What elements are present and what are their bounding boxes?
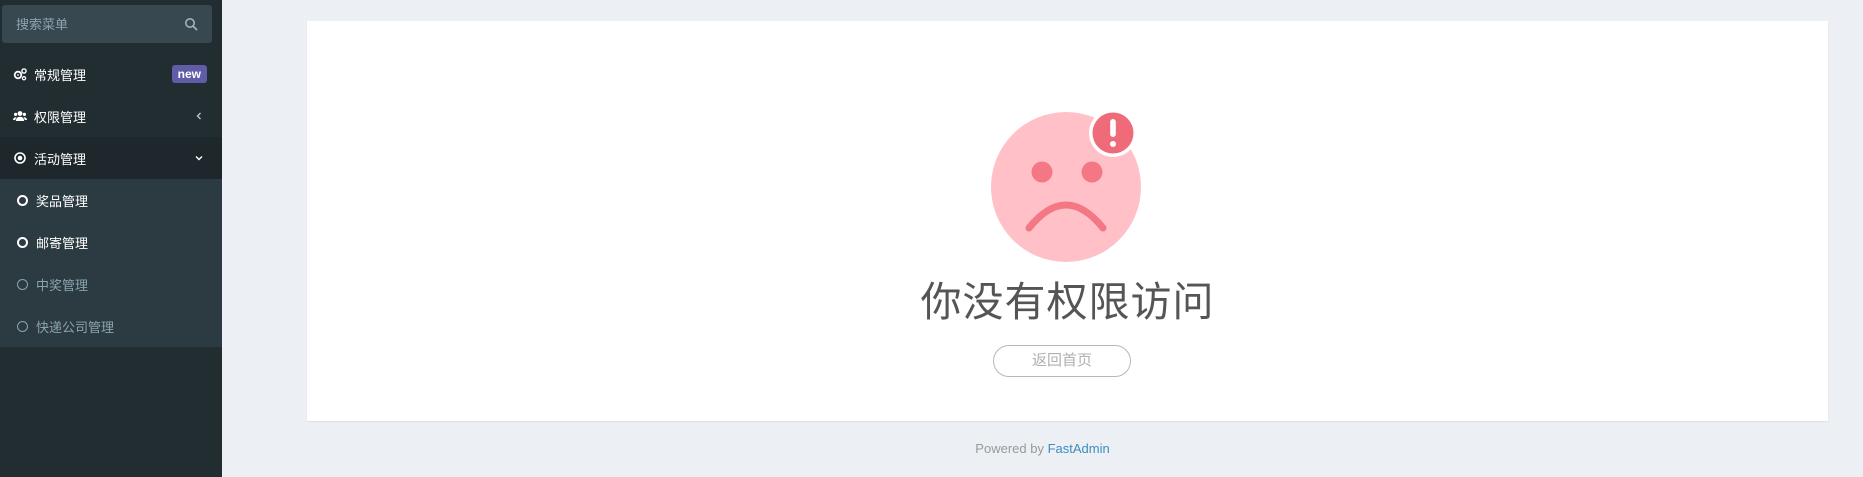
submenu-item-label: 邮寄管理 (36, 235, 89, 251)
sidebar-item-permissions[interactable]: 权限管理 (0, 95, 222, 137)
search-box (2, 5, 212, 43)
footer-prefix: Powered by (975, 441, 1048, 456)
submenu-activity: 奖品管理 邮寄管理 中奖管理 快递公司管理 (0, 179, 222, 347)
search-icon[interactable] (184, 17, 198, 31)
search-input[interactable] (2, 5, 212, 43)
submenu-item-couriers[interactable]: 快递公司管理 (0, 305, 222, 347)
circle-icon (17, 194, 28, 206)
fastadmin-link[interactable]: FastAdmin (1048, 441, 1110, 456)
submenu-item-label: 快递公司管理 (36, 319, 115, 335)
sidebar-item-label: 常规管理 (34, 67, 87, 83)
new-badge: new (171, 65, 207, 83)
circle-icon (17, 236, 28, 248)
submenu-item-winners[interactable]: 中奖管理 (0, 263, 222, 305)
circle-icon (17, 320, 28, 332)
submenu-item-label: 奖品管理 (36, 193, 89, 209)
sidebar-item-activity[interactable]: 活动管理 (0, 137, 222, 179)
chevron-left-icon (196, 112, 201, 120)
error-card: 你没有权限访问 返回首页 (307, 21, 1828, 421)
no-permission-message: 你没有权限访问 (920, 279, 1215, 325)
submenu-item-mailing[interactable]: 邮寄管理 (0, 221, 222, 263)
users-icon (13, 111, 27, 121)
cogs-icon (13, 68, 27, 81)
sidebar-item-label: 权限管理 (34, 109, 87, 125)
dot-circle-icon (14, 152, 26, 164)
submenu-item-label: 中奖管理 (36, 277, 89, 293)
sidebar-item-general[interactable]: 常规管理 new (0, 53, 222, 95)
circle-icon (17, 278, 28, 290)
return-home-button[interactable]: 返回首页 (993, 345, 1131, 377)
submenu-item-prizes[interactable]: 奖品管理 (0, 179, 222, 221)
sidebar: 常规管理 new 权限管理 活动管理 奖品管理 (0, 0, 222, 477)
sidebar-item-label: 活动管理 (34, 151, 87, 167)
chevron-down-icon (195, 156, 203, 161)
footer: Powered by FastAdmin (222, 441, 1863, 456)
sad-face-icon (991, 109, 1141, 262)
